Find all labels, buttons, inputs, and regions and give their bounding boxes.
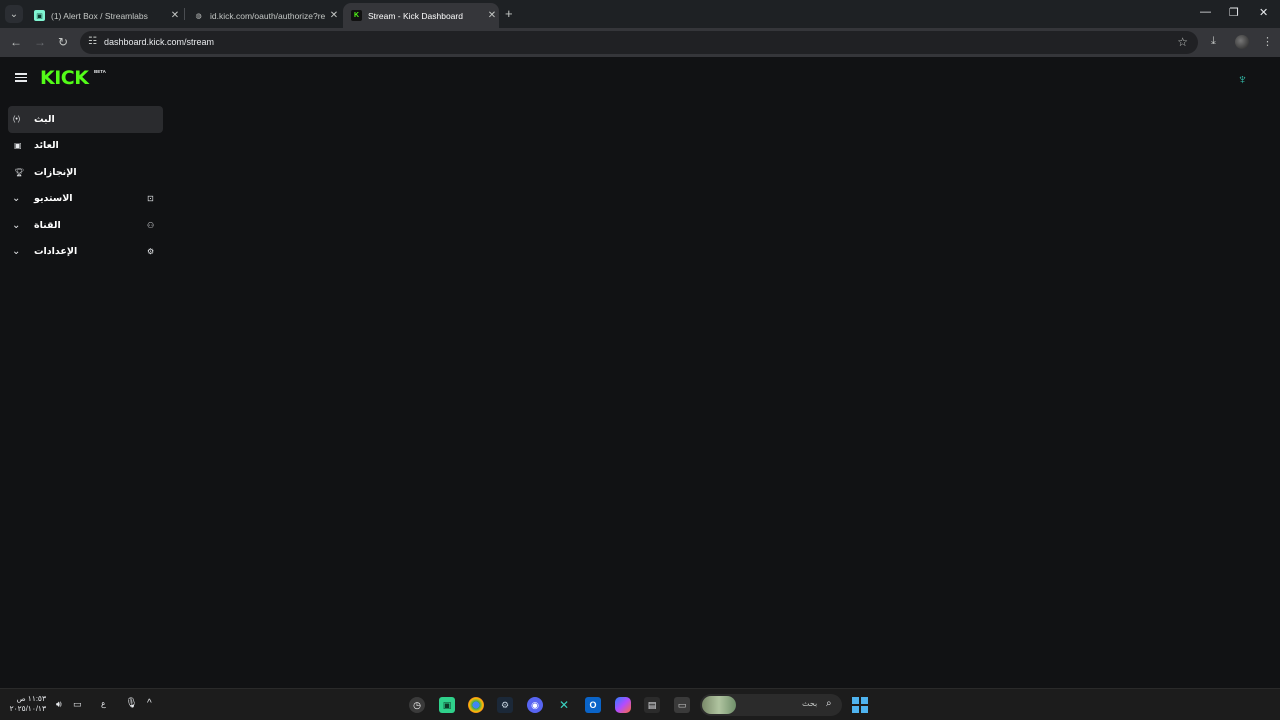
system-clock[interactable]: ١١:٥٣ ص ٢٠٢٥/١٠/١٣ xyxy=(9,694,46,714)
close-icon[interactable]: ✕ xyxy=(485,10,499,21)
channel-icon: ⚇ xyxy=(147,220,155,230)
windows-taskbar: ١١:٥٣ ص ٢٠٢٥/١٠/١٣ 🔊︎ ▭ ع 🎙︎ ^ ◷ ▣ ⚙ ◉ ✕… xyxy=(0,688,1280,720)
steam-app-icon[interactable]: ⚙ xyxy=(497,697,513,713)
user-avatar[interactable]: ♆ xyxy=(1233,69,1252,88)
browser-menu-icon[interactable]: ⋮ xyxy=(1262,35,1273,48)
profile-avatar[interactable] xyxy=(1235,35,1249,49)
back-button[interactable]: ← xyxy=(10,35,22,49)
sidebar-item-label: الاستديو xyxy=(34,193,73,205)
tab-title: (1) Alert Box / Streamlabs xyxy=(51,10,148,21)
sidebar-item-channel[interactable]: ⌄ القناة ⚇ xyxy=(8,212,163,239)
tab-kick-oauth[interactable]: ◍ id.kick.com/oauth/authorize?re ✕ xyxy=(185,3,341,28)
url-text[interactable]: dashboard.kick.com/stream xyxy=(104,37,214,47)
chevron-down-icon[interactable]: ⌄ xyxy=(12,193,20,204)
chrome-app-icon[interactable] xyxy=(468,697,484,713)
globe-icon: ◍ xyxy=(195,12,202,20)
network-icon[interactable]: ▭ xyxy=(73,699,82,710)
close-icon[interactable]: ✕ xyxy=(327,10,341,21)
search-placeholder: بحث xyxy=(802,699,818,708)
sidebar-item-label: البث xyxy=(34,113,55,125)
studio-icon: ⊡ xyxy=(147,194,154,204)
address-bar[interactable]: ☷ dashboard.kick.com/stream ☆ xyxy=(80,31,1198,54)
kick-logo[interactable]: KICK xyxy=(40,67,89,89)
input-language-indicator[interactable]: ع xyxy=(101,699,106,708)
store-app-icon[interactable]: ▤ xyxy=(644,697,660,713)
tab-streamlabs[interactable]: ▣ (1) Alert Box / Streamlabs ✕ xyxy=(26,3,182,28)
restore-icon[interactable]: ❐ xyxy=(1229,6,1239,19)
minimize-icon[interactable]: — xyxy=(1200,6,1211,18)
streamlabs-icon: ▣ xyxy=(34,10,45,21)
discord-app-icon[interactable]: ◉ xyxy=(527,697,543,713)
sidebar-item-stream[interactable]: (•) البث xyxy=(8,106,163,133)
outlook-app-icon[interactable]: O xyxy=(585,697,601,713)
browser-tab-strip: ⌄ ▣ (1) Alert Box / Streamlabs ✕ ◍ id.ki… xyxy=(0,0,1280,28)
show-hidden-icons-icon[interactable]: ^ xyxy=(147,698,152,709)
kick-icon: K xyxy=(351,10,362,21)
trophy-icon: 🏆︎ xyxy=(14,167,25,177)
tab-kick-dashboard[interactable]: K Stream - Kick Dashboard ✕ xyxy=(343,3,499,28)
streamlabs-app-icon[interactable]: ▣ xyxy=(439,697,455,713)
sidebar-item-label: العائد xyxy=(34,140,59,152)
revenue-icon: ▣ xyxy=(14,141,22,151)
sidebar-item-label: الإنجازات xyxy=(34,166,77,178)
search-icon: ⌕ xyxy=(826,698,832,709)
site-info-icon[interactable]: ☷ xyxy=(88,36,97,47)
sidebar-item-revenue[interactable]: ▣ العائد xyxy=(8,133,163,160)
close-icon[interactable]: ✕ xyxy=(168,10,182,21)
sidebar-item-studio[interactable]: ⌄ الاستديو ⊡ xyxy=(8,186,163,213)
chevron-down-icon[interactable]: ⌄ xyxy=(12,220,20,231)
chevron-down-icon[interactable]: ⌄ xyxy=(12,246,20,257)
forward-button[interactable]: → xyxy=(34,35,46,49)
copilot-app-icon[interactable] xyxy=(615,697,631,713)
window-close-icon[interactable]: ✕ xyxy=(1259,6,1268,19)
dashboard-sidebar: (•) البث ▣ العائد 🏆︎ الإنجازات ⌄ الاستدي… xyxy=(8,106,163,265)
volume-icon[interactable]: 🔊︎ xyxy=(56,699,62,710)
tab-title: id.kick.com/oauth/authorize?re xyxy=(210,10,326,21)
search-highlight-image xyxy=(702,696,736,714)
browser-toolbar: ← → ↻ ☷ dashboard.kick.com/stream ☆ ⤓ ⋮ xyxy=(0,28,1280,57)
gear-icon: ⚙ xyxy=(147,247,155,257)
sidebar-item-label: الإعدادات xyxy=(34,246,78,258)
tab-search-button[interactable]: ⌄ xyxy=(5,5,23,23)
live-icon: (•) xyxy=(13,115,21,123)
download-icon[interactable]: ⤓ xyxy=(1211,35,1216,48)
beta-badge: BETA xyxy=(94,69,106,74)
file-explorer-icon[interactable]: ▭ xyxy=(674,697,690,713)
clock-date: ٢٠٢٥/١٠/١٣ xyxy=(9,704,46,713)
clock-time: ١١:٥٣ ص xyxy=(16,694,46,703)
sidebar-item-achievements[interactable]: 🏆︎ الإنجازات xyxy=(8,159,163,186)
taskbar-search[interactable]: بحث ⌕ xyxy=(700,694,842,716)
windows-start-icon[interactable] xyxy=(852,697,868,713)
bookmark-star-icon[interactable]: ☆ xyxy=(1177,35,1188,49)
microphone-icon[interactable]: 🎙︎ xyxy=(125,698,138,709)
kick-dashboard-page: KICK BETA ♆ (•) البث ▣ العائد 🏆︎ الإنجاز… xyxy=(0,57,1280,687)
reload-button[interactable]: ↻ xyxy=(58,35,68,49)
clock-app-icon[interactable]: ◷ xyxy=(409,697,425,713)
hamburger-menu-icon[interactable] xyxy=(15,73,27,82)
capcut-app-icon[interactable]: ✕ xyxy=(556,697,572,713)
sidebar-item-label: القناة xyxy=(34,219,61,231)
new-tab-button[interactable]: + xyxy=(505,6,513,21)
tab-title: Stream - Kick Dashboard xyxy=(368,10,463,21)
sidebar-item-settings[interactable]: ⌄ الإعدادات ⚙ xyxy=(8,239,163,266)
